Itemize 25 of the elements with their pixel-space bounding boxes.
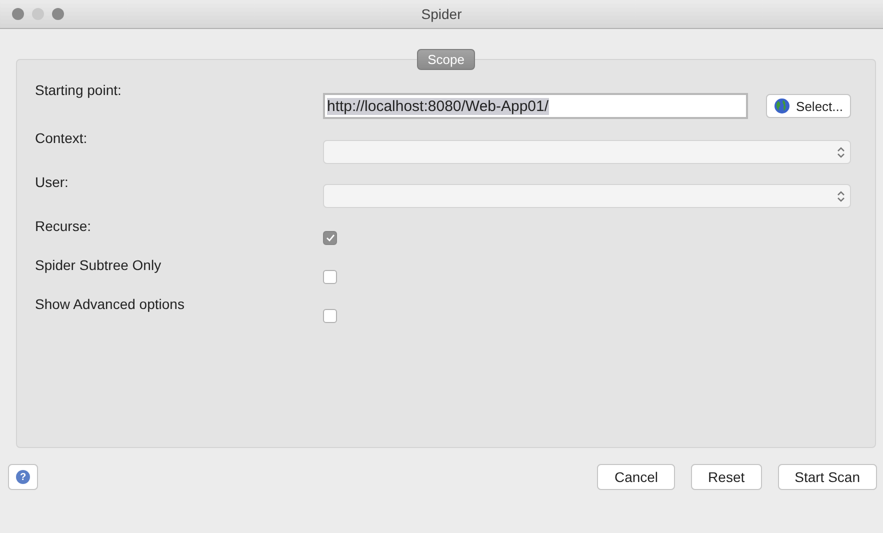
updown-chevron-icon [837, 146, 845, 158]
window-title: Spider [421, 6, 462, 22]
field-label: Context: [35, 130, 88, 146]
field-label: Starting point: [35, 82, 122, 98]
field-label: User: [35, 174, 70, 190]
minimize-icon[interactable] [32, 8, 44, 20]
updown-chevron-icon [837, 190, 845, 202]
check-icon [326, 234, 334, 242]
field-label: Recurse: [35, 218, 92, 234]
checkbox[interactable] [323, 270, 337, 284]
dropdown[interactable] [323, 140, 851, 164]
globe-icon [774, 98, 790, 114]
select-button[interactable]: Select... [766, 94, 851, 118]
dialog-button[interactable]: Cancel [597, 464, 676, 490]
url-field[interactable]: http://localhost:8080/Web-App01/ [323, 93, 748, 119]
checkbox[interactable] [323, 230, 337, 244]
close-icon[interactable] [12, 8, 24, 20]
field-label: Spider Subtree Only [35, 257, 162, 273]
dropdown[interactable] [323, 184, 851, 208]
zoom-icon[interactable] [52, 8, 64, 20]
dialog-button[interactable]: Reset [691, 464, 762, 490]
dialog-button[interactable]: Start Scan [778, 464, 877, 490]
help-button[interactable]: ? [8, 464, 38, 490]
field-label: Show Advanced options [35, 296, 186, 312]
checkbox[interactable] [323, 308, 337, 322]
